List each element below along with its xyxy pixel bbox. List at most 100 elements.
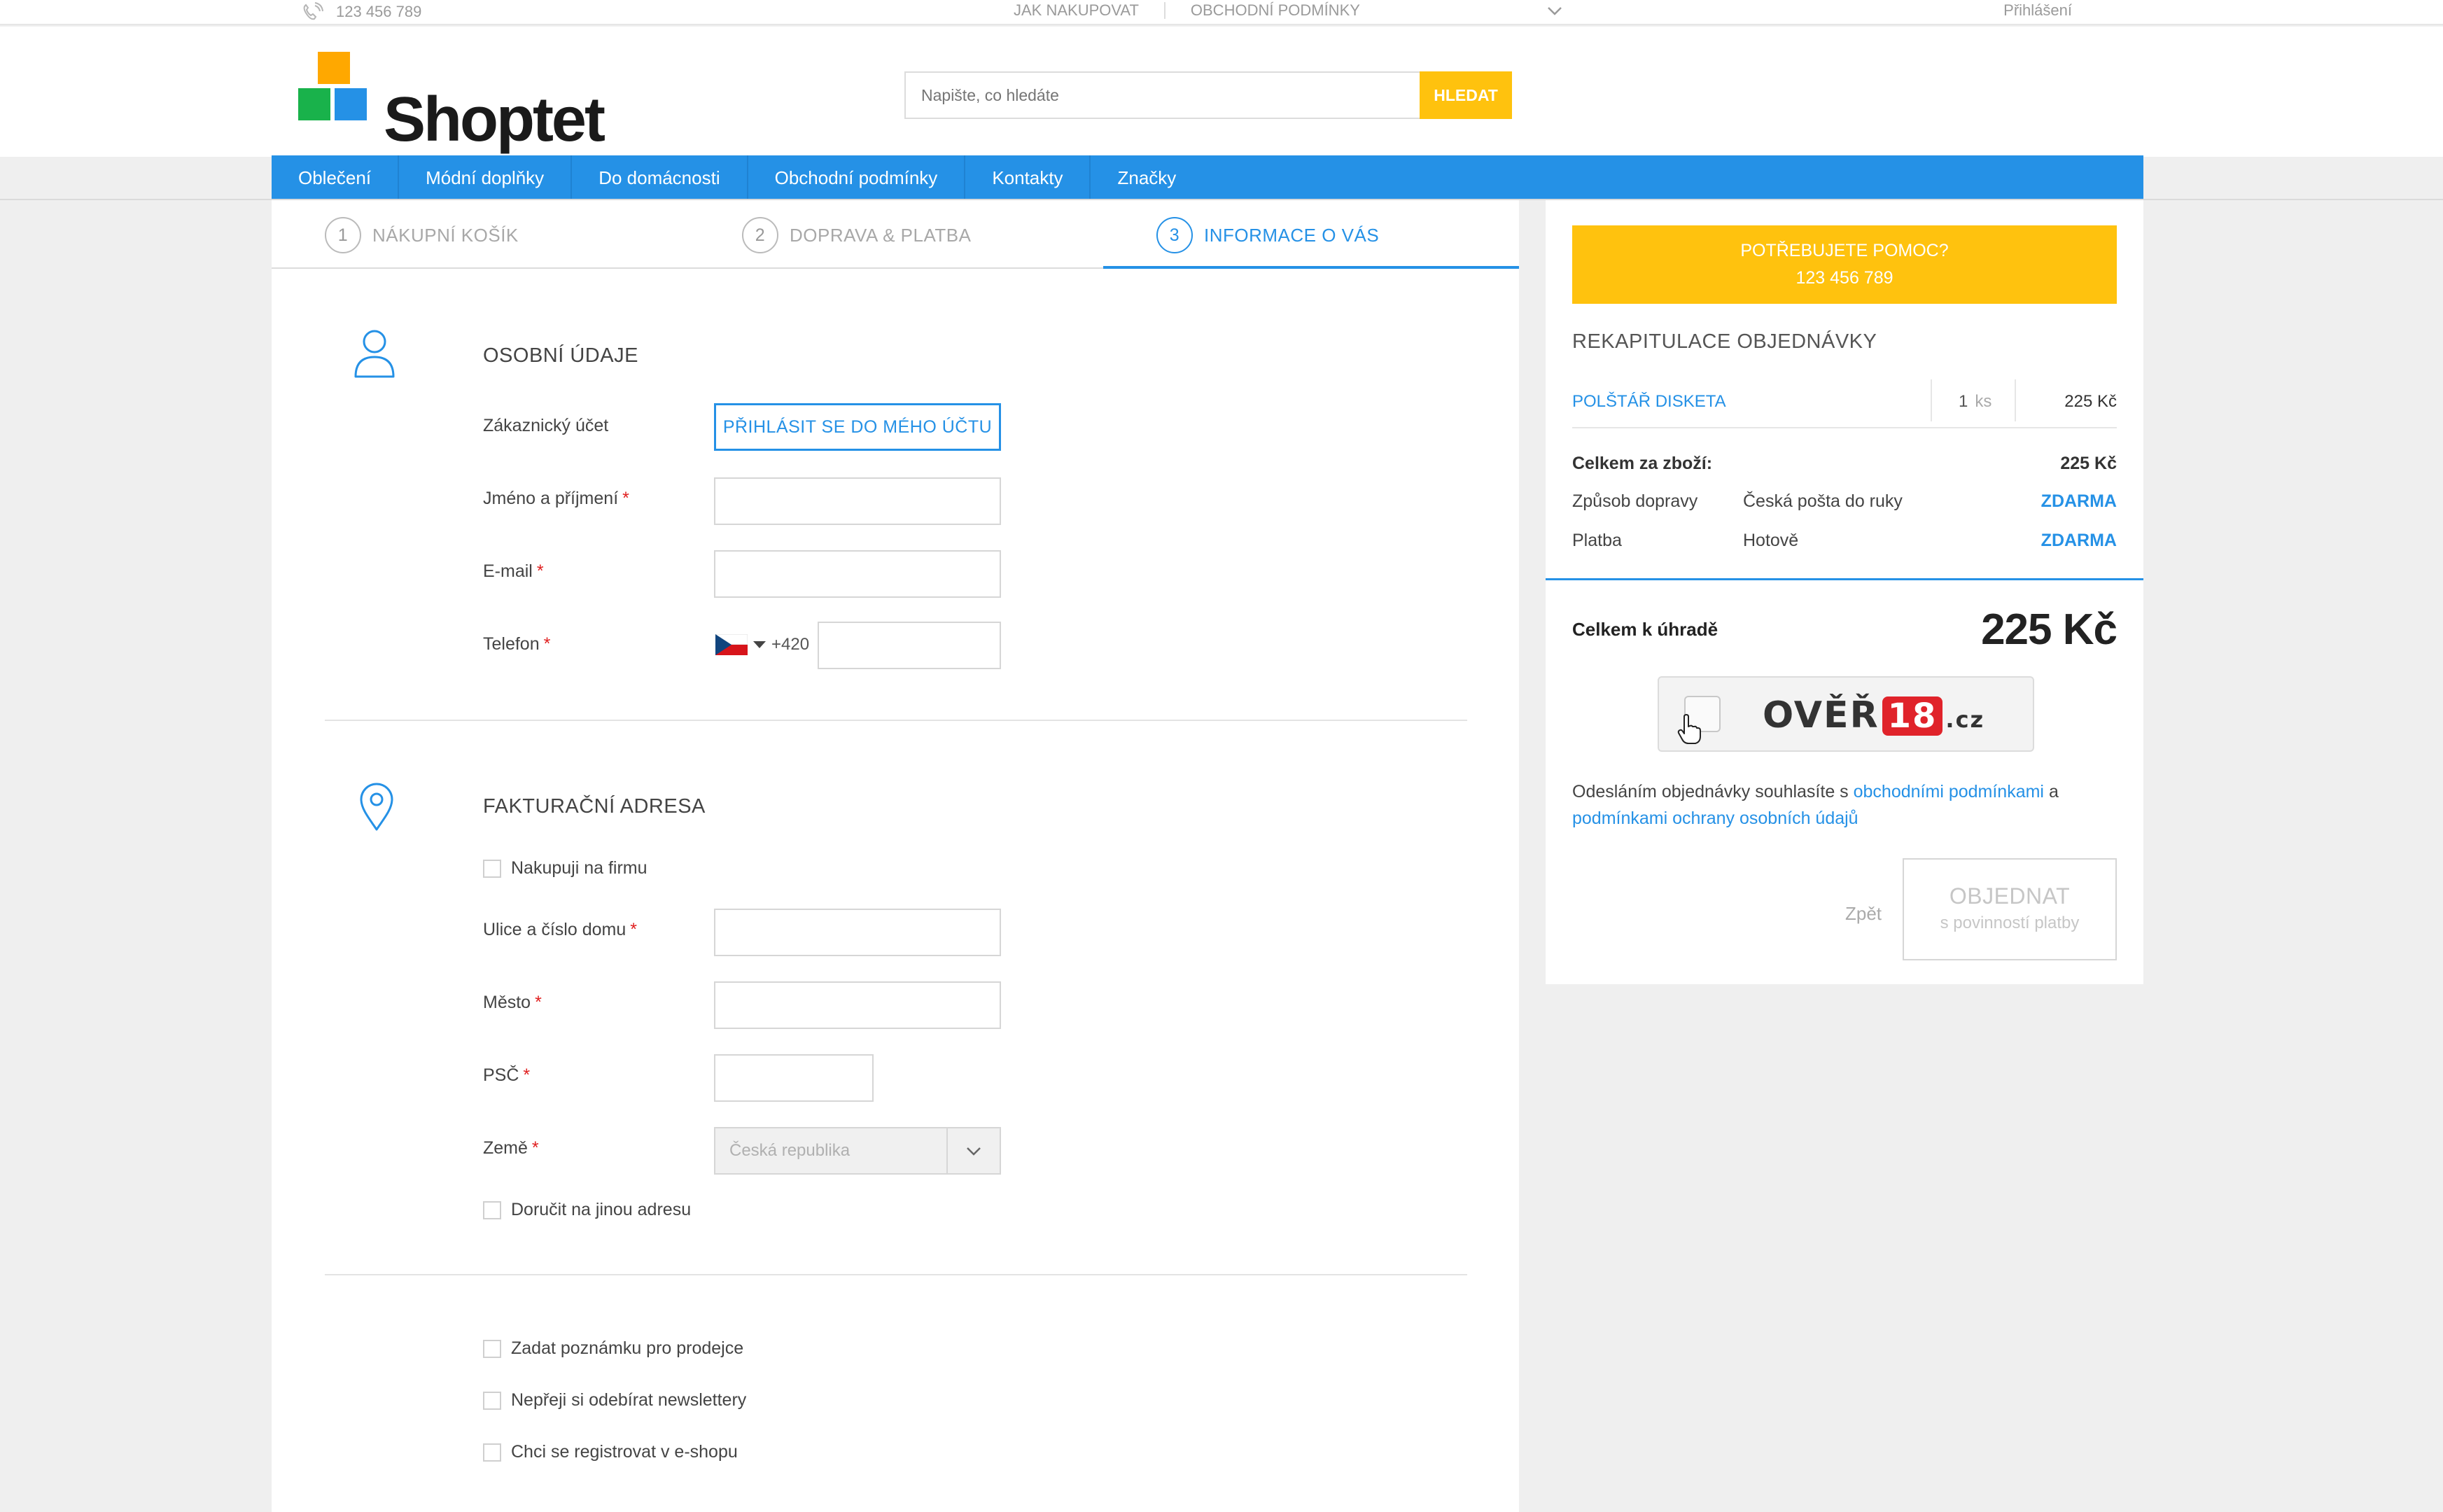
over18-logo: OVĚŘ 18 .cz [1763, 694, 1984, 736]
country-label: Země * [483, 1138, 539, 1158]
product-price: 225 Kč [2064, 392, 2117, 411]
location-pin-icon [360, 783, 393, 831]
product-quantity: 1 ks [1959, 392, 1991, 412]
zip-field[interactable] [714, 1054, 874, 1102]
search-button[interactable]: HLEDAT [1420, 71, 1512, 119]
recap-title: REKAPITULACE OBJEDNÁVKY [1572, 330, 1877, 353]
nav-item-contacts[interactable]: Kontakty [965, 155, 1091, 200]
seller-note-checkbox[interactable]: Zadat poznámku pro prodejce [483, 1338, 743, 1359]
phone-icon [303, 2, 323, 20]
checkbox-box[interactable] [483, 1339, 501, 1358]
over18-text: OVĚŘ [1763, 694, 1879, 736]
product-name-link[interactable]: POLŠTÁŘ DISKETA [1572, 392, 1726, 412]
company-checkbox[interactable]: Nakupuji na firmu [483, 858, 648, 878]
email-field[interactable] [714, 550, 1001, 598]
help-box[interactable]: POTŘEBUJETE POMOC? 123 456 789 [1572, 225, 2117, 304]
top-links: JAK NAKUPOVAT OBCHODNÍ PODMÍNKY [1014, 1, 1360, 20]
checkout-steps: 1 NÁKUPNÍ KOŠÍK 2 DOPRAVA & PLATBA 3 INF… [272, 200, 1519, 269]
street-field[interactable] [714, 909, 1001, 956]
checkbox-label: Doručit na jinou adresu [511, 1200, 692, 1219]
total-divider [1546, 578, 2143, 580]
top-link-how-to-buy[interactable]: JAK NAKUPOVAT [1014, 1, 1139, 20]
phone-prefix: +420 [771, 635, 810, 654]
help-phone: 123 456 789 [1795, 268, 1893, 288]
consent-text-part: a [2044, 782, 2059, 802]
nav-item-clothing[interactable]: Oblečení [272, 155, 400, 200]
city-field[interactable] [714, 981, 1001, 1029]
newsletter-checkbox[interactable]: Nepřeji si odebírat newslettery [483, 1390, 746, 1410]
city-label-text: Město [483, 993, 531, 1012]
zip-label-text: PSČ [483, 1065, 519, 1085]
required-mark: * [531, 1138, 539, 1158]
goods-total-label: Celkem za zboží: [1572, 454, 1713, 473]
account-label: Zákaznický účet [483, 416, 609, 435]
phone-label-text: Telefon [483, 634, 540, 654]
active-step-indicator [1103, 266, 1519, 269]
help-title: POTŘEBUJETE POMOC? [1740, 241, 1949, 260]
required-mark: * [630, 920, 637, 939]
city-label: Město * [483, 993, 542, 1013]
nav-item-brands[interactable]: Značky [1091, 155, 1203, 200]
back-link[interactable]: Zpět [1845, 903, 1882, 925]
name-field[interactable] [714, 477, 1001, 525]
step-shipping-payment[interactable]: 2 DOPRAVA & PLATBA [742, 217, 971, 253]
top-phone[interactable]: 123 456 789 [298, 1, 421, 22]
column-separator [1931, 379, 1932, 421]
street-label: Ulice a číslo domu * [483, 920, 637, 940]
other-address-checkbox[interactable]: Doručit na jinou adresu [483, 1200, 691, 1220]
section-divider [325, 720, 1467, 721]
register-checkbox[interactable]: Chci se registrovat v e-shopu [483, 1442, 738, 1462]
required-mark: * [523, 1065, 531, 1085]
country-select[interactable]: Česká republika [714, 1127, 1001, 1175]
phone-field[interactable] [818, 622, 1001, 669]
personal-section-title: OSOBNÍ ÚDAJE [483, 344, 638, 367]
required-mark: * [535, 993, 542, 1012]
order-button[interactable]: OBJEDNAT s povinností platby [1903, 858, 2117, 960]
phone-country-select[interactable]: +420 [715, 634, 809, 655]
nav-item-terms[interactable]: Obchodní podmínky [748, 155, 966, 200]
checkbox-box[interactable] [483, 1443, 501, 1462]
name-label-text: Jméno a příjmení [483, 489, 619, 508]
step-label: DOPRAVA & PLATBA [790, 224, 972, 246]
terms-link[interactable]: obchodními podmínkami [1854, 782, 2044, 802]
login-link[interactable]: Přihlášení [2003, 1, 2072, 20]
logo-square-green [298, 88, 330, 120]
country-label-text: Země [483, 1138, 528, 1158]
step-number: 1 [325, 217, 361, 253]
payment-method: Hotově [1743, 531, 1799, 550]
login-account-button[interactable]: PŘIHLÁSIT SE DO MÉHO ÚČTU [714, 403, 1001, 451]
logo-square-orange [318, 52, 350, 84]
shipping-row: Způsob dopravy Česká pošta do ruky ZDARM… [1572, 491, 2117, 512]
qty-unit: ks [1975, 392, 1992, 411]
required-mark: * [543, 634, 551, 654]
top-link-separator [1163, 2, 1166, 19]
checkbox-box[interactable] [483, 1200, 501, 1219]
shipping-label: Způsob dopravy [1572, 491, 1698, 511]
email-label-text: E-mail [483, 561, 533, 581]
logo-square-blue [335, 88, 367, 120]
consent-text: Odesláním objednávky souhlasíte s obchod… [1572, 778, 2117, 832]
top-link-terms[interactable]: OBCHODNÍ PODMÍNKY [1191, 1, 1360, 20]
checkbox-label: Chci se registrovat v e-shopu [511, 1442, 738, 1462]
chevron-down-icon[interactable] [946, 1128, 1000, 1173]
step-cart[interactable]: 1 NÁKUPNÍ KOŠÍK [325, 217, 519, 253]
step-customer-info[interactable]: 3 INFORMACE O VÁS [1156, 217, 1379, 253]
payment-price: ZDARMA [2040, 531, 2117, 550]
logo-text: Shoptet [384, 85, 606, 155]
nav-item-home[interactable]: Do domácnosti [572, 155, 748, 200]
over18-badge: 18 [1882, 696, 1943, 736]
chevron-down-icon[interactable] [1546, 3, 1564, 18]
checkbox-box[interactable] [483, 1391, 501, 1410]
required-mark: * [536, 561, 544, 581]
checkbox-box[interactable] [483, 859, 501, 878]
payment-row: Platba Hotově ZDARMA [1572, 531, 2117, 551]
goods-total-row: Celkem za zboží: 225 Kč [1572, 454, 2117, 474]
privacy-link[interactable]: podmínkami ochrany osobních údajů [1572, 808, 1858, 828]
nav-item-accessories[interactable]: Módní doplňky [399, 155, 573, 200]
search-input[interactable] [904, 71, 1420, 119]
step-number: 2 [742, 217, 778, 253]
section-divider [325, 1274, 1467, 1275]
hand-cursor-icon [1677, 714, 1701, 744]
required-mark: * [622, 489, 629, 508]
header: Shoptet HLEDAT [0, 27, 2443, 157]
